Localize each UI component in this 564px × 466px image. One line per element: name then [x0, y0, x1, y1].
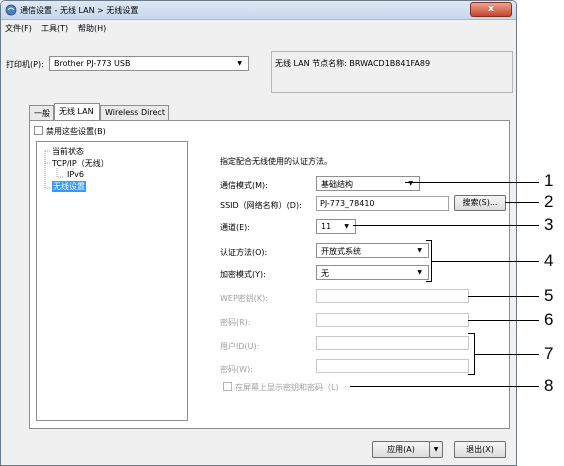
- chevron-down-icon: ▼: [417, 247, 422, 254]
- auth-method-label: 认证方法(O):: [220, 248, 268, 257]
- ssid-value: PJ-773_78410: [320, 199, 375, 208]
- disable-settings-label: 禁用这些设置(B): [46, 127, 106, 136]
- callout-line-7: [474, 354, 539, 355]
- title-bar: 通信设置 - 无线 LAN > 无线设置 x: [1, 1, 516, 20]
- callout-line-5: [468, 296, 539, 297]
- callout-line-8: [350, 386, 539, 387]
- tree-item-ipv6[interactable]: IPv6: [67, 170, 84, 179]
- exit-button[interactable]: 退出(X): [454, 441, 506, 458]
- password-label: 密码(R):: [220, 318, 251, 327]
- callout-number-6: 6: [544, 310, 554, 329]
- callout-number-2: 2: [544, 192, 554, 211]
- menu-help[interactable]: 帮助(H): [78, 23, 106, 34]
- window-title: 通信设置 - 无线 LAN > 无线设置: [20, 6, 139, 15]
- node-name-box: 无线 LAN 节点名称: BRWACD1B841FA89: [271, 51, 513, 93]
- tree-item-wireless-settings[interactable]: 无线设置: [52, 181, 86, 192]
- printer-label: 打印机(P):: [6, 60, 44, 69]
- encrypt-mode-select[interactable]: 无 ▼: [316, 265, 429, 280]
- app-icon: [5, 4, 17, 16]
- user-id-input[interactable]: [316, 336, 469, 350]
- search-button[interactable]: 搜索(S)...: [454, 195, 506, 211]
- callout-bracket-4-top: [426, 240, 432, 241]
- menu-bar: 文件(F) 工具(T) 帮助(H): [1, 21, 516, 35]
- form-heading: 指定配合无线使用的认证方法。: [220, 157, 332, 166]
- disable-settings-checkbox[interactable]: [34, 126, 43, 135]
- callout-bracket-7-top: [468, 333, 475, 334]
- tab-wireless-lan-label: 无线 LAN: [59, 107, 94, 116]
- menu-file[interactable]: 文件(F): [5, 23, 32, 34]
- menu-tools[interactable]: 工具(T): [41, 23, 68, 34]
- tab-wireless-direct[interactable]: Wireless Direct: [100, 105, 169, 120]
- tab-wireless-direct-label: Wireless Direct: [105, 108, 165, 117]
- callout-number-1: 1: [544, 171, 554, 190]
- wep-key-label: WEP密钥(K):: [220, 294, 268, 303]
- channel-select[interactable]: 11 ▼: [316, 219, 356, 234]
- channel-label: 通道(E):: [220, 223, 250, 232]
- callout-number-5: 5: [544, 286, 554, 305]
- apply-button[interactable]: 应用(A): [372, 441, 430, 458]
- printer-select-value: Brother PJ-773 USB: [54, 59, 131, 68]
- printer-select[interactable]: Brother PJ-773 USB ▼: [49, 56, 249, 71]
- comm-mode-value: 基础结构: [321, 180, 353, 189]
- password2-input[interactable]: [316, 359, 469, 373]
- callout-bracket-4-bottom: [426, 281, 432, 282]
- auth-method-value: 开放式系统: [321, 247, 361, 256]
- password2-label: 密码(W):: [220, 365, 253, 374]
- node-name-text: 无线 LAN 节点名称: BRWACD1B841FA89: [275, 59, 431, 68]
- callout-line-1: [405, 182, 539, 183]
- ssid-input[interactable]: PJ-773_78410: [316, 196, 449, 211]
- comm-mode-select[interactable]: 基础结构 ▼: [316, 176, 420, 191]
- chevron-down-icon: ▼: [344, 223, 349, 230]
- tab-general[interactable]: 一般: [29, 105, 54, 120]
- chevron-down-icon: ▼: [417, 269, 422, 276]
- callout-line-2: [505, 202, 539, 203]
- callout-bracket-7-bottom: [468, 374, 475, 375]
- channel-value: 11: [321, 222, 332, 231]
- show-key-checkbox[interactable]: [223, 382, 232, 391]
- callout-number-7: 7: [544, 344, 554, 363]
- close-button[interactable]: x: [470, 2, 512, 17]
- callout-number-8: 8: [544, 376, 554, 395]
- auth-method-select[interactable]: 开放式系统 ▼: [316, 243, 429, 258]
- apply-button-label: 应用(A): [387, 445, 415, 454]
- tab-wireless-lan[interactable]: 无线 LAN: [54, 103, 100, 121]
- show-key-label: 在屏幕上显示密钥和密码（L): [235, 383, 339, 392]
- settings-window: 通信设置 - 无线 LAN > 无线设置 x 文件(F) 工具(T) 帮助(H)…: [0, 0, 517, 466]
- password-input[interactable]: [316, 313, 469, 327]
- callout-line-6: [468, 320, 539, 321]
- callout-number-3: 3: [544, 215, 554, 234]
- callout-number-4: 4: [544, 251, 554, 270]
- chevron-down-icon: ▼: [237, 60, 242, 67]
- ssid-label: SSID（网络名称）(D):: [220, 201, 302, 210]
- apply-dropdown-button[interactable]: ▼: [429, 441, 443, 458]
- tree-item-tcpip[interactable]: TCP/IP（无线）: [52, 158, 109, 169]
- chevron-down-icon: ▼: [433, 446, 439, 453]
- wep-key-input[interactable]: [316, 289, 469, 303]
- user-id-label: 用户ID(U):: [220, 342, 260, 351]
- tree-item-current-status[interactable]: 当前状态: [52, 146, 84, 157]
- comm-mode-label: 通信模式(M):: [220, 181, 268, 190]
- callout-line-4: [431, 261, 539, 262]
- encrypt-mode-label: 加密模式(Y):: [220, 270, 266, 279]
- callout-line-3: [353, 225, 539, 226]
- tab-general-label: 一般: [34, 109, 50, 118]
- encrypt-mode-value: 无: [321, 269, 329, 278]
